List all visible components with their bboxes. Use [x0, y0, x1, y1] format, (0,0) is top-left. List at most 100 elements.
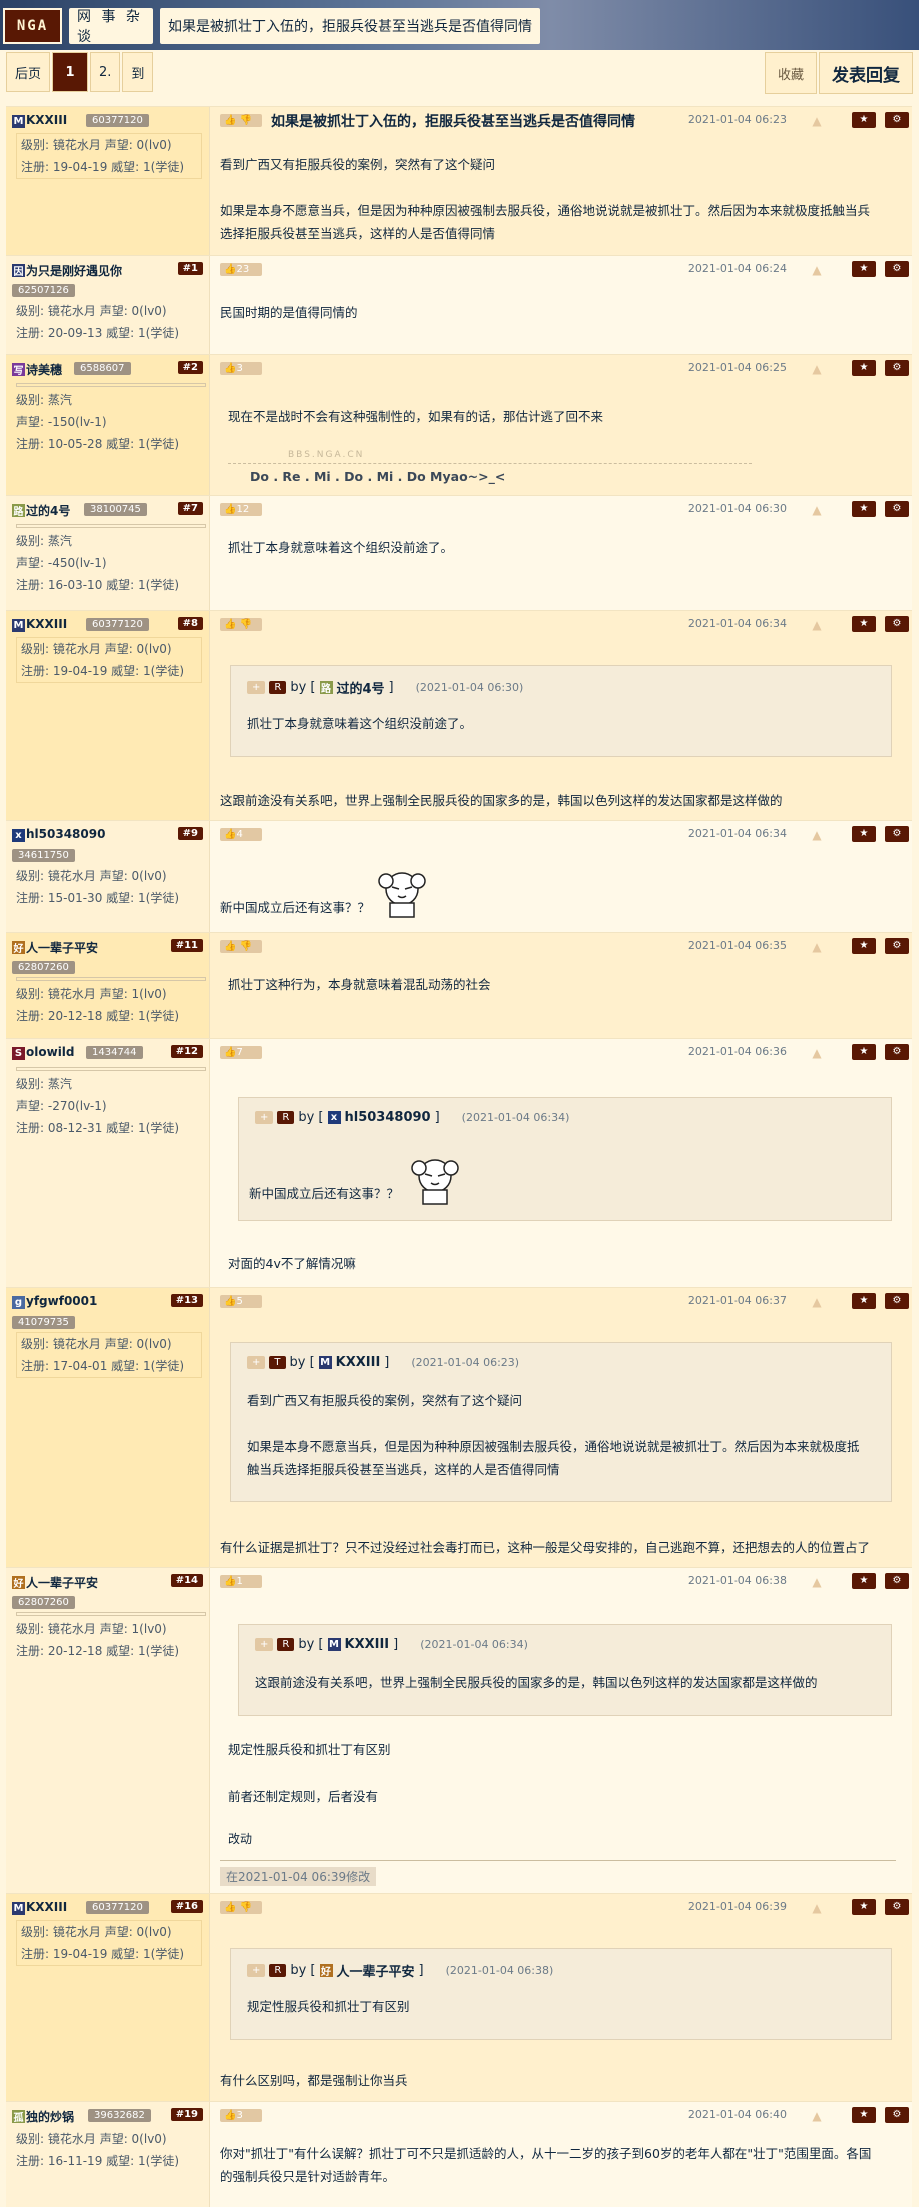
user-avatar[interactable]: x — [12, 829, 25, 842]
star-icon[interactable]: ★ — [852, 501, 876, 517]
like-button[interactable]: 👍 👎 — [220, 1901, 262, 1914]
reply-button[interactable]: 发表回复 — [819, 52, 913, 94]
gear-icon[interactable]: ⚙ — [885, 112, 909, 128]
thumb-icon[interactable]: ▲ — [810, 1575, 824, 1589]
user-avatar[interactable]: 因 — [12, 264, 25, 278]
username[interactable]: 人一辈子平安 — [26, 939, 98, 956]
page-2-button[interactable]: 2. — [90, 52, 121, 92]
gear-icon[interactable]: ⚙ — [885, 1573, 909, 1589]
gear-icon[interactable]: ⚙ — [885, 826, 909, 842]
floor-number[interactable]: #19 — [170, 2108, 203, 2121]
star-icon[interactable]: ★ — [852, 826, 876, 842]
like-button[interactable]: 👍 4 — [220, 828, 262, 841]
gear-icon[interactable]: ⚙ — [885, 261, 909, 277]
thumb-icon[interactable]: ▲ — [810, 1295, 824, 1309]
star-icon[interactable]: ★ — [852, 360, 876, 376]
username[interactable]: yfgwf0001 — [26, 1294, 97, 1308]
floor-number[interactable]: #14 — [170, 1574, 203, 1587]
quote-username[interactable]: 人一辈子平安 — [337, 1961, 415, 1980]
floor-number[interactable]: #1 — [177, 262, 203, 275]
floor-number[interactable]: #9 — [177, 827, 203, 840]
username[interactable]: KXXIII — [26, 1900, 67, 1914]
user-avatar[interactable]: 写 — [12, 363, 25, 377]
quote-username[interactable]: 过的4号 — [337, 678, 385, 697]
like-button[interactable]: 👍 1 — [220, 1575, 262, 1588]
collect-button[interactable]: 收藏 — [764, 52, 817, 94]
page-back-button[interactable]: 后页 — [6, 52, 51, 92]
floor-number[interactable]: #16 — [170, 1900, 203, 1913]
username[interactable]: KXXIII — [26, 617, 67, 631]
like-button[interactable]: 👍 👎 — [220, 940, 262, 953]
star-icon[interactable]: ★ — [852, 938, 876, 954]
thumb-icon[interactable]: ▲ — [810, 618, 824, 632]
thumb-icon[interactable]: ▲ — [810, 940, 824, 954]
username[interactable]: hl50348090 — [26, 827, 105, 841]
username[interactable]: 为只是刚好遇见你 — [26, 262, 122, 279]
user-avatar[interactable]: 孤 — [12, 2110, 25, 2124]
user-avatar[interactable]: M — [12, 619, 25, 632]
page-1-button[interactable]: 1 — [52, 52, 89, 92]
page-goto-button[interactable]: 到 — [122, 52, 154, 92]
floor-number[interactable]: #7 — [177, 502, 203, 515]
quote-expand-icon[interactable]: + — [247, 681, 266, 694]
star-icon[interactable]: ★ — [852, 1293, 876, 1309]
like-button[interactable]: 👍 12 — [220, 503, 262, 516]
user-avatar[interactable]: 路 — [12, 504, 25, 518]
breadcrumb-thread-title[interactable]: 如果是被抓壮丁入伍的，拒服兵役甚至当逃兵是否值得同情 — [160, 8, 540, 44]
like-button[interactable]: 👍 23 — [220, 263, 262, 276]
gear-icon[interactable]: ⚙ — [885, 1899, 909, 1915]
floor-number[interactable]: #8 — [177, 617, 203, 630]
thumb-icon[interactable]: ▲ — [810, 2109, 824, 2123]
star-icon[interactable]: ★ — [852, 2107, 876, 2123]
gear-icon[interactable]: ⚙ — [885, 360, 909, 376]
star-icon[interactable]: ★ — [852, 261, 876, 277]
username[interactable]: 独的炒锅 — [26, 2108, 74, 2125]
username[interactable]: 诗美穗 — [26, 361, 62, 378]
user-avatar[interactable]: S — [12, 1047, 25, 1060]
thumb-icon[interactable]: ▲ — [810, 114, 824, 128]
star-icon[interactable]: ★ — [852, 1899, 876, 1915]
nga-logo[interactable]: NGA — [3, 8, 62, 44]
quote-expand-icon[interactable]: + — [247, 1964, 266, 1977]
floor-number[interactable]: #13 — [170, 1294, 203, 1307]
quote-username[interactable]: hl50348090 — [345, 1110, 431, 1125]
thumb-icon[interactable]: ▲ — [810, 1901, 824, 1915]
username[interactable]: olowild — [26, 1045, 75, 1059]
star-icon[interactable]: ★ — [852, 1044, 876, 1060]
gear-icon[interactable]: ⚙ — [885, 938, 909, 954]
floor-number[interactable]: #12 — [170, 1045, 203, 1058]
username[interactable]: KXXIII — [26, 113, 67, 127]
user-avatar[interactable]: M — [12, 1902, 25, 1915]
user-avatar[interactable]: 好 — [12, 1576, 25, 1590]
like-button[interactable]: 👍 5 — [220, 1295, 262, 1308]
like-button[interactable]: 👍 3 — [220, 362, 262, 375]
quote-username[interactable]: KXXIII — [345, 1637, 390, 1652]
user-avatar[interactable]: M — [12, 115, 25, 128]
quote-expand-icon[interactable]: + — [255, 1111, 274, 1124]
user-avatar[interactable]: g — [12, 1296, 25, 1309]
breadcrumb-forum[interactable]: 网 事 杂 谈 — [69, 8, 153, 45]
like-button[interactable]: 👍 👎 — [220, 114, 262, 127]
quote-expand-icon[interactable]: + — [255, 1638, 274, 1651]
floor-number[interactable]: #2 — [177, 361, 203, 374]
like-button[interactable]: 👍 3 — [220, 2109, 262, 2122]
gear-icon[interactable]: ⚙ — [885, 501, 909, 517]
user-avatar[interactable]: 好 — [12, 941, 25, 955]
gear-icon[interactable]: ⚙ — [885, 1044, 909, 1060]
quote-username[interactable]: KXXIII — [336, 1355, 381, 1370]
gear-icon[interactable]: ⚙ — [885, 2107, 909, 2123]
star-icon[interactable]: ★ — [852, 616, 876, 632]
star-icon[interactable]: ★ — [852, 1573, 876, 1589]
star-icon[interactable]: ★ — [852, 112, 876, 128]
thumb-icon[interactable]: ▲ — [810, 503, 824, 517]
username[interactable]: 过的4号 — [26, 502, 70, 519]
like-button[interactable]: 👍 👎 — [220, 618, 262, 631]
thumb-icon[interactable]: ▲ — [810, 362, 824, 376]
quote-expand-icon[interactable]: + — [247, 1356, 266, 1369]
gear-icon[interactable]: ⚙ — [885, 1293, 909, 1309]
thumb-icon[interactable]: ▲ — [810, 1046, 824, 1060]
like-button[interactable]: 👍 7 — [220, 1046, 262, 1059]
username[interactable]: 人一辈子平安 — [26, 1574, 98, 1591]
floor-number[interactable]: #11 — [170, 939, 203, 952]
thumb-icon[interactable]: ▲ — [810, 828, 824, 842]
